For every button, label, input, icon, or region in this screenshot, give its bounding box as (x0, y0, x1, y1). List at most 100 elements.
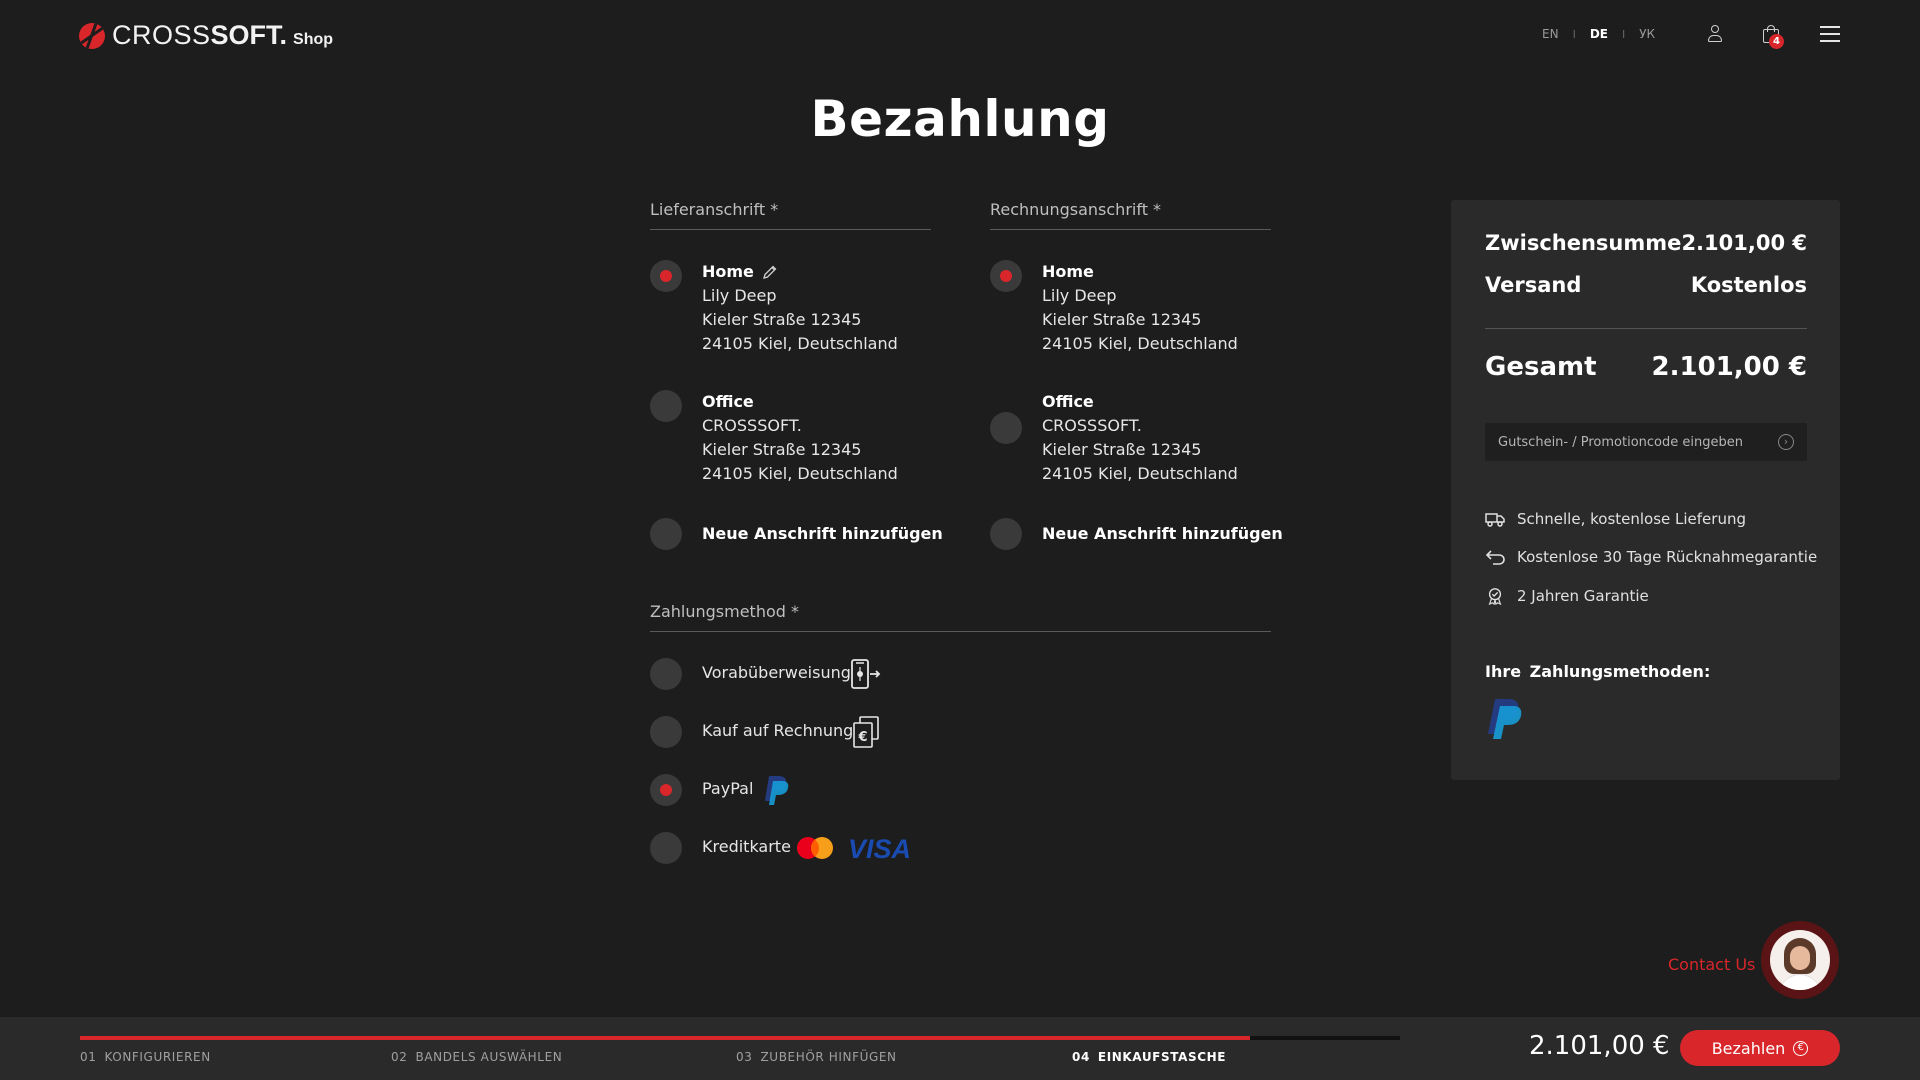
lang-separator: I (1621, 27, 1626, 41)
shipping-cost-value: Kostenlos (1690, 273, 1807, 297)
address-name: Office (1042, 392, 1094, 411)
support-avatar[interactable] (1761, 921, 1839, 999)
radio-unselected[interactable] (650, 390, 682, 422)
paypal-icon (1488, 699, 1522, 739)
subtotal-row: Zwischensumme 2.101,00 € (1485, 231, 1807, 255)
billing-heading: Rechnungsanschrift * (990, 200, 1271, 230)
address-line: Lily Deep (702, 286, 777, 305)
lang-en[interactable]: EN (1542, 27, 1559, 41)
order-summary-panel: Zwischensumme 2.101,00 € Versand Kostenl… (1451, 200, 1840, 780)
add-address-label: Neue Anschrift hinzufügen (702, 524, 943, 543)
paypal-icon (765, 776, 789, 805)
subtotal-label: Zwischensumme (1485, 231, 1682, 255)
address-line: 24105 Kiel, Deutschland (1042, 464, 1238, 483)
address-line: Kieler Straße 12345 (702, 310, 862, 329)
arrow-right-circle-icon[interactable]: › (1778, 434, 1794, 450)
invoice-euro-icon: € (853, 716, 879, 748)
step-number: 01 (80, 1050, 97, 1064)
svg-text:€: € (857, 730, 867, 745)
step-accessories[interactable]: 03 ZUBEHÖR HINFÜGEN (736, 1050, 897, 1064)
progress-track (80, 1036, 1400, 1040)
truck-icon (1485, 513, 1505, 527)
payment-label: Kauf auf Rechnung (702, 721, 854, 740)
visa-text: VISA (848, 835, 911, 861)
pay-button-label: Bezahlen (1711, 1038, 1786, 1058)
radio-unselected[interactable] (990, 518, 1022, 550)
step-number: 02 (391, 1050, 408, 1064)
total-row: Gesamt 2.101,00 € (1485, 352, 1807, 382)
radio-unselected[interactable] (650, 716, 682, 748)
logo-text-soft: SOFT. (210, 20, 288, 50)
logo-text-shop: Shop (293, 31, 334, 48)
radio-selected[interactable] (990, 260, 1022, 292)
address-line: Kieler Straße 12345 (1042, 310, 1202, 329)
voucher-field: › (1485, 423, 1807, 461)
address-line: Kieler Straße 12345 (702, 440, 862, 459)
add-address-label: Neue Anschrift hinzufügen (1042, 524, 1283, 543)
benefit-text: Schnelle, kostenlose Lieferung (1517, 510, 1746, 528)
radio-selected[interactable] (650, 774, 682, 806)
total-label: Gesamt (1485, 352, 1597, 382)
euro-circle-icon: € (1793, 1040, 1809, 1056)
lang-de[interactable]: DE (1590, 27, 1608, 41)
radio-unselected[interactable] (650, 832, 682, 864)
address-line: 24105 Kiel, Deutschland (702, 464, 898, 483)
radio-unselected[interactable] (650, 518, 682, 550)
step-number: 04 (1072, 1050, 1090, 1064)
menu-icon[interactable] (1820, 26, 1840, 42)
pencil-edit-icon[interactable] (762, 264, 778, 280)
mastercard-icon (797, 837, 833, 859)
lang-separator: I (1572, 27, 1576, 41)
bank-transfer-icon (851, 659, 881, 689)
step-label: EINKAUFSTASCHE (1097, 1050, 1227, 1064)
shipping-cost-label: Versand (1485, 273, 1582, 297)
logo-ball-icon (79, 22, 105, 49)
radio-unselected[interactable] (990, 412, 1022, 444)
shipping-address-section: Lieferanschrift * Home Lily Deep Kieler … (650, 200, 943, 550)
billing-address-section: Rechnungsanschrift * Home Lily Deep Kiel… (990, 200, 1283, 550)
payment-label: Kreditkarte (702, 837, 791, 856)
step-number: 03 (736, 1050, 753, 1064)
subtotal-value: 2.101,00 € (1681, 231, 1807, 255)
radio-selected[interactable] (650, 260, 682, 292)
address-line: 24105 Kiel, Deutschland (702, 334, 898, 353)
visa-icon: VISA (848, 835, 911, 861)
benefit-item: 2 Jahren Garantie (1485, 587, 1649, 605)
payment-methods-title: Ihre Zahlungsmethoden: (1485, 662, 1711, 681)
step-shopping-bag[interactable]: 04 EINKAUFSTASCHE (1072, 1050, 1226, 1064)
language-switcher: EN I DE I УК (1542, 27, 1655, 41)
pay-button[interactable]: Bezahlen € (1680, 1030, 1840, 1066)
award-icon (1488, 588, 1502, 605)
address-name: Home (1042, 262, 1094, 281)
benefit-item: Kostenlose 30 Tage Rücknahmegarantie (1485, 548, 1817, 566)
address-line: CROSSSOFT. (702, 416, 802, 435)
shipping-heading: Lieferanschrift * (650, 200, 931, 230)
step-label: ZUBEHÖR HINFÜGEN (760, 1050, 897, 1064)
lang-uk[interactable]: УК (1639, 27, 1655, 41)
page-title: Bezahlung (810, 90, 1110, 148)
crosssoft-logo[interactable]: CROSS SOFT. Shop (79, 20, 333, 51)
payment-method-section: Zahlungsmethod * Vorabüberweisung Kauf a… (650, 602, 1271, 864)
radio-unselected[interactable] (650, 658, 682, 690)
address-line: CROSSSOFT. (1042, 416, 1142, 435)
user-icon[interactable] (1708, 25, 1722, 43)
contact-us-link[interactable]: Contact Us (1668, 955, 1755, 974)
logo-text-cross: CROSS (112, 20, 211, 50)
shipping-cost-row: Versand Kostenlos (1485, 273, 1807, 297)
payment-label: Vorabüberweisung (702, 663, 851, 682)
progress-fill (80, 1036, 1250, 1040)
address-line: Lily Deep (1042, 286, 1117, 305)
address-name: Office (702, 392, 754, 411)
address-line: 24105 Kiel, Deutschland (1042, 334, 1238, 353)
benefit-item: Schnelle, kostenlose Lieferung (1485, 510, 1746, 528)
payment-heading: Zahlungsmethod * (650, 602, 1271, 632)
step-bundles[interactable]: 02 BANDELS AUSWÄHLEN (391, 1050, 562, 1064)
checkout-progress-bar: 01 KONFIGURIEREN 02 BANDELS AUSWÄHLEN 03 ZU… (0, 1017, 1920, 1080)
voucher-input[interactable] (1485, 423, 1775, 461)
cart-count-badge: 4 (1769, 34, 1784, 49)
step-configure[interactable]: 01 KONFIGURIEREN (80, 1050, 211, 1064)
address-line: Kieler Straße 12345 (1042, 440, 1202, 459)
step-label: KONFIGURIEREN (104, 1050, 211, 1064)
address-name: Home (702, 262, 754, 281)
step-label: BANDELS AUSWÄHLEN (415, 1050, 563, 1064)
